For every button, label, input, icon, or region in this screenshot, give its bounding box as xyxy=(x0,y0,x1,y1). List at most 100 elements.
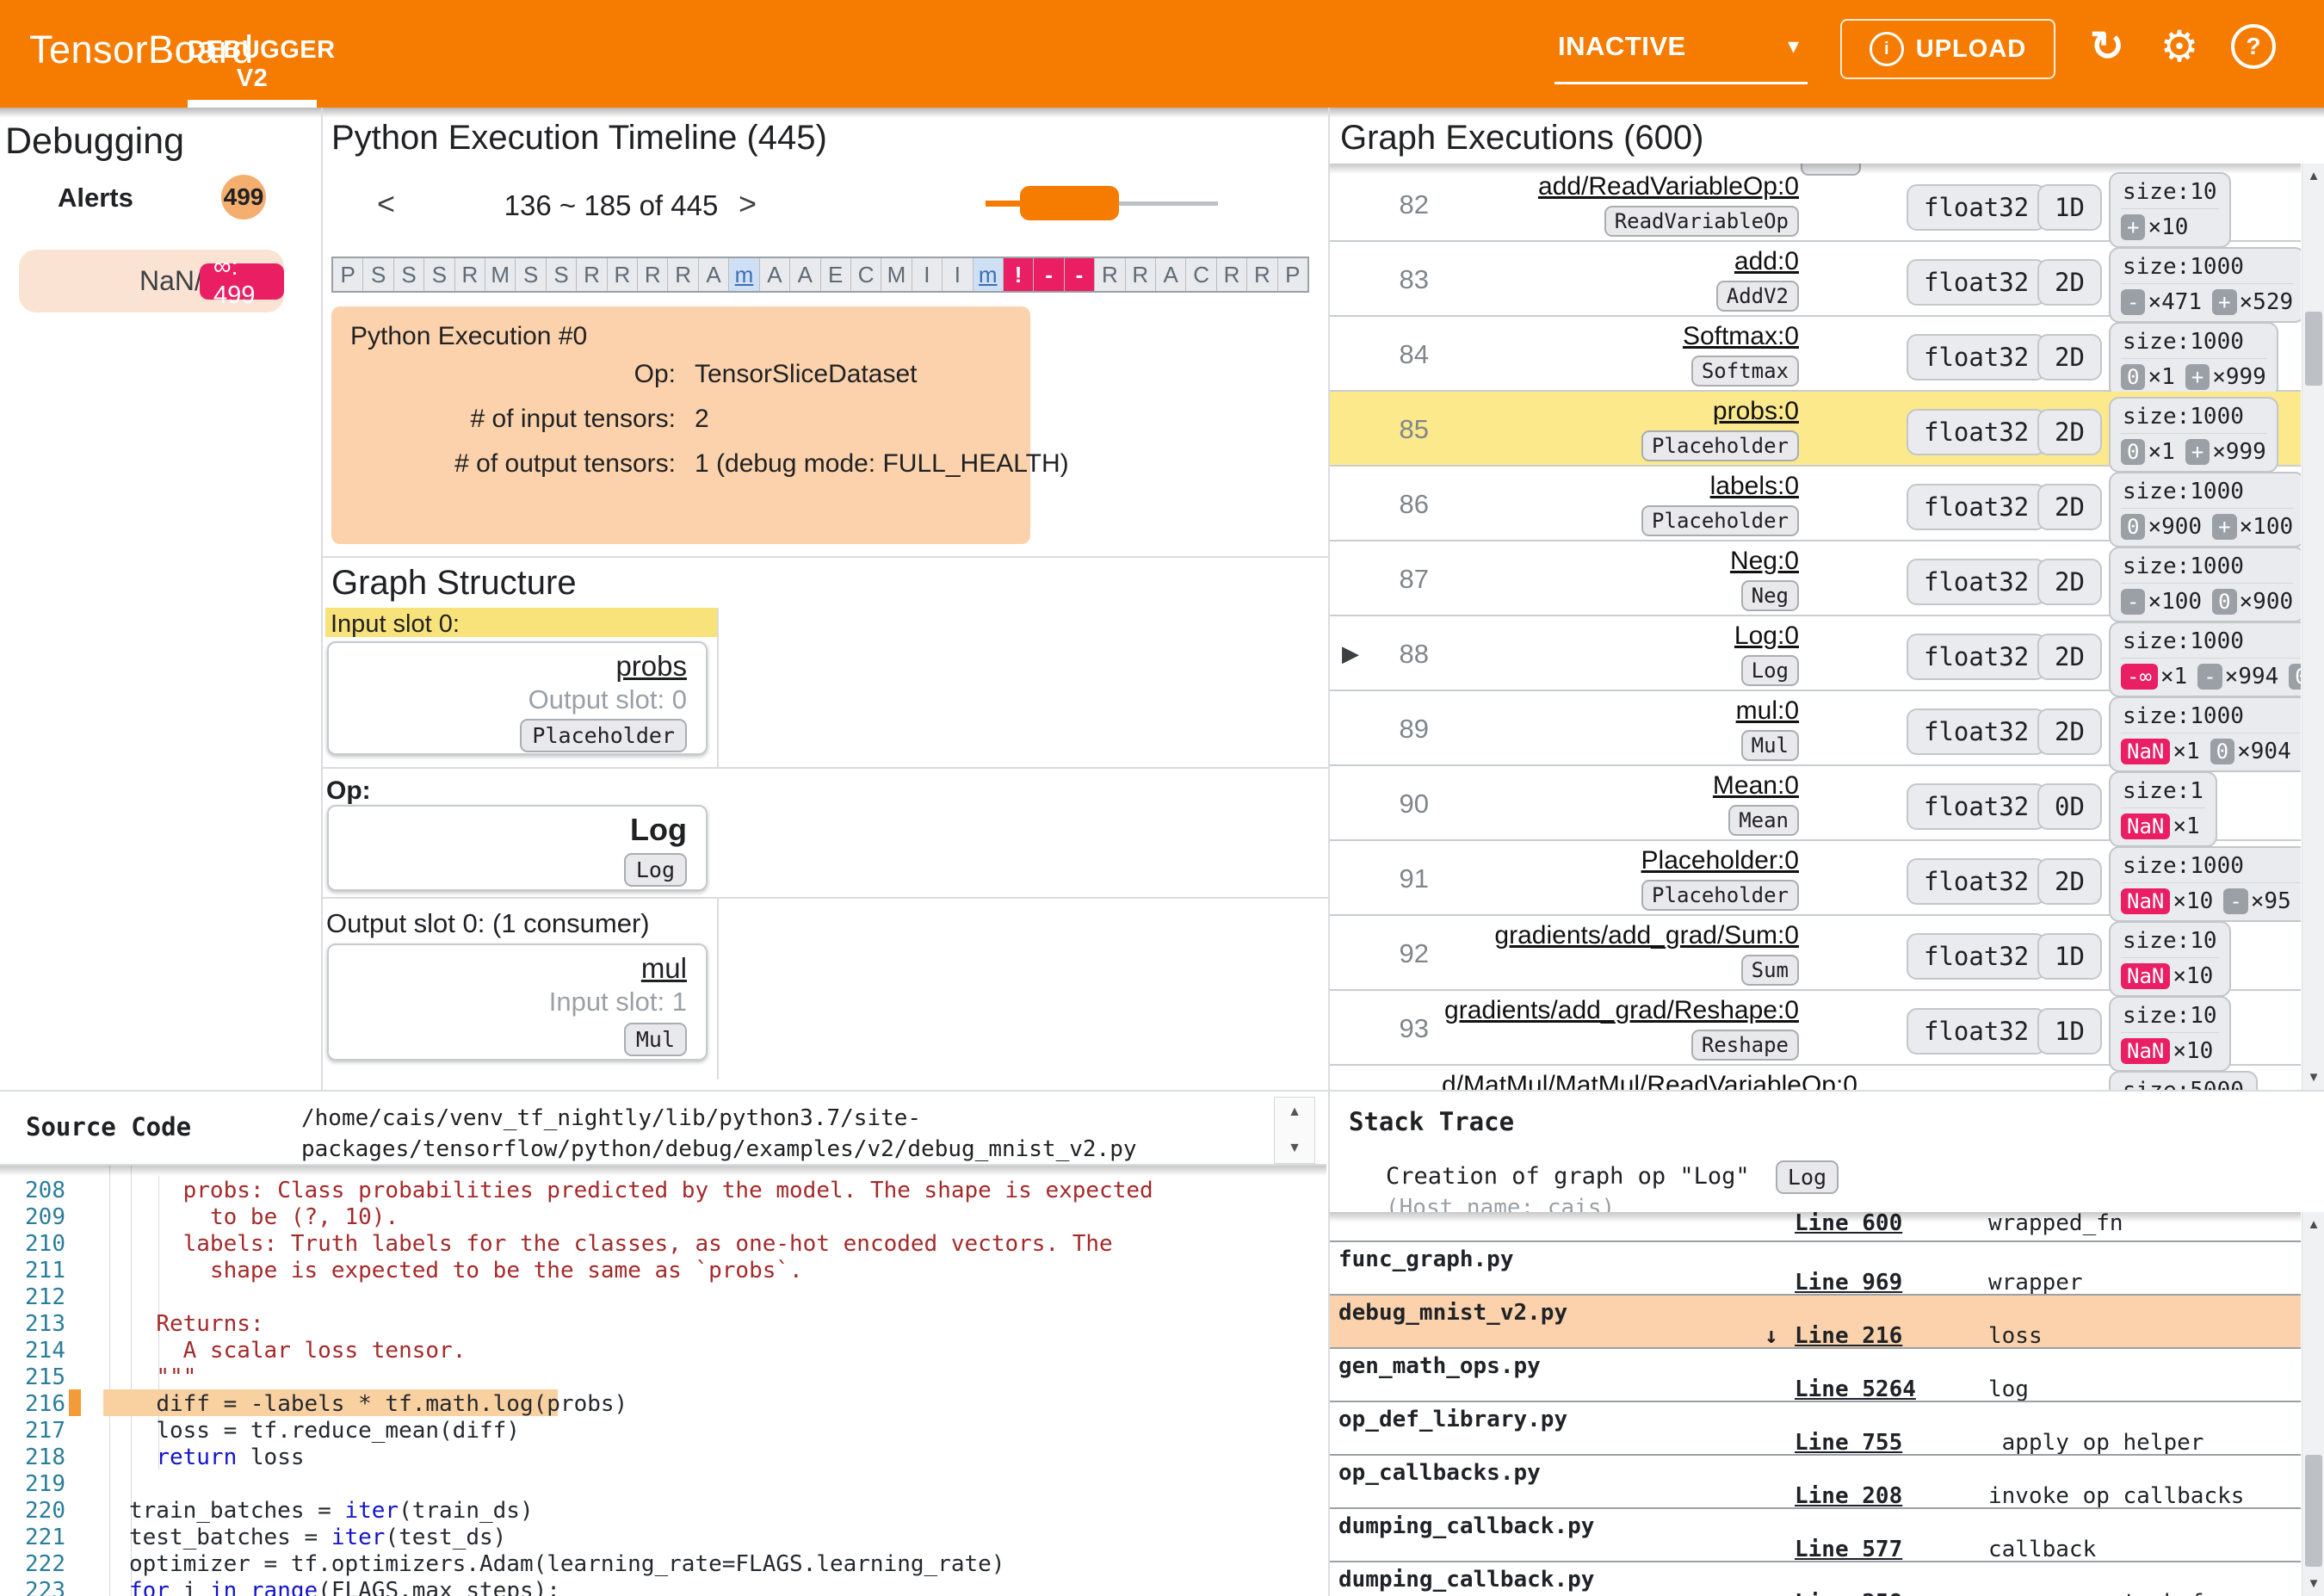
stack-frame-line-link[interactable]: Line 5264 xyxy=(1795,1376,1916,1401)
timeline-cell[interactable]: A xyxy=(790,258,821,291)
stack-frame[interactable]: op_callbacks.py Line 208 invoke_op_callbac… xyxy=(1330,1456,2301,1509)
timeline-cell[interactable]: C xyxy=(1186,258,1217,291)
timeline-cell[interactable]: R xyxy=(1095,258,1126,291)
stack-frame-line-link[interactable]: Line 755 xyxy=(1795,1430,1902,1454)
tensor-name-link[interactable]: labels:0 xyxy=(1710,472,1799,500)
scrollbar-thumb[interactable] xyxy=(2305,312,2322,386)
refresh-icon[interactable]: ↻ xyxy=(2081,21,2133,72)
timeline-cell[interactable]: M xyxy=(881,258,912,291)
timeline-cell[interactable]: m xyxy=(729,258,760,291)
graph-execution-row[interactable]: 86 labels:0 Placeholder float32 2D size:1000 0… xyxy=(1330,467,2301,547)
timeline-cell[interactable]: S xyxy=(516,258,547,291)
timeline-cell[interactable]: A xyxy=(759,258,791,291)
timeline-cell[interactable]: S xyxy=(393,258,425,291)
code-viewer: 208 probs: Class probabilities predicted … xyxy=(0,1166,1326,1596)
gear-icon[interactable]: ⚙ xyxy=(2154,21,2205,72)
timeline-cell[interactable]: I xyxy=(943,258,973,291)
scroll-down-icon[interactable]: ▼ xyxy=(1275,1141,1314,1156)
timeline-cell[interactable]: S xyxy=(546,258,578,291)
slider-thumb[interactable] xyxy=(1020,186,1119,220)
stack-trace-scrollbar[interactable]: ▲ ▼ xyxy=(2302,1212,2324,1596)
timeline-slider[interactable] xyxy=(986,181,1218,224)
tensor-name-link[interactable]: Neg:0 xyxy=(1730,547,1799,575)
tensor-name-link[interactable]: d/MatMul/MatMul/ReadVariableOp:0 xyxy=(1442,1071,1857,1090)
timeline-cell[interactable]: R xyxy=(577,258,608,291)
graph-execution-row[interactable]: 85 probs:0 Placeholder float32 2D size:1000 0 ×… xyxy=(1330,392,2301,473)
graph-execution-row[interactable]: 92 gradients/add_grad/Sum:0 Sum float32 1D si… xyxy=(1330,916,2301,997)
consumer-op-link[interactable]: mul xyxy=(641,952,687,985)
timeline-cell[interactable]: P xyxy=(333,258,364,291)
stack-frame-line-link[interactable]: Line 258 xyxy=(1795,1590,1902,1596)
tensor-name-link[interactable]: Softmax:0 xyxy=(1683,322,1799,350)
graph-execution-row-partial[interactable]: d/MatMul/MatMul/ReadVariableOp:0 size:500… xyxy=(1330,1066,2301,1090)
scroll-down-icon[interactable]: ▼ xyxy=(2302,1070,2324,1085)
stack-frame[interactable]: gen_math_ops.py Line 5264 log xyxy=(1330,1349,2301,1402)
tensor-name-link[interactable]: add/ReadVariableOp:0 xyxy=(1538,172,1799,201)
stack-frame[interactable]: func_graph.py Line 969 wrapper xyxy=(1330,1242,2301,1296)
timeline-cell[interactable]: C xyxy=(850,258,882,291)
timeline-cell[interactable]: R xyxy=(1247,258,1278,291)
timeline-next-button[interactable]: > xyxy=(739,186,757,222)
timeline-cell[interactable]: S xyxy=(363,258,394,291)
tensor-name-link[interactable]: add:0 xyxy=(1734,247,1799,275)
scroll-down-icon[interactable]: ▼ xyxy=(2302,1576,2324,1591)
source-scroll-control[interactable]: ▲ ▼ xyxy=(1274,1097,1315,1164)
timeline-prev-button[interactable]: < xyxy=(377,186,395,222)
scrollbar-thumb[interactable] xyxy=(2305,1455,2322,1567)
stack-frame-line-link[interactable]: Line 577 xyxy=(1795,1537,1902,1561)
health-symbol-chip: + xyxy=(2212,514,2237,540)
run-status-select[interactable]: INACTIVE ▾ xyxy=(1554,24,1808,84)
stack-frame[interactable]: dumping_callback.py Line 577 callback xyxy=(1330,1509,2301,1562)
stack-frame-line-link[interactable]: Line 969 xyxy=(1795,1270,1902,1294)
help-icon[interactable]: ? xyxy=(2228,21,2279,72)
graph-execution-row[interactable]: 93 gradients/add_grad/Reshape:0 Reshape flo… xyxy=(1330,991,2301,1072)
upload-button[interactable]: i UPLOAD xyxy=(1840,19,2055,79)
tensor-name-link[interactable]: gradients/add_grad/Sum:0 xyxy=(1494,921,1799,950)
timeline-cell[interactable]: A xyxy=(1155,258,1187,291)
timeline-cell[interactable]: R xyxy=(638,258,669,291)
timeline-cell[interactable]: I xyxy=(912,258,943,291)
timeline-cell[interactable]: A xyxy=(698,258,730,291)
line-number: 219 xyxy=(25,1471,65,1497)
timeline-cell[interactable]: S xyxy=(424,258,455,291)
scroll-up-icon[interactable]: ▲ xyxy=(2302,169,2324,183)
timeline-cell[interactable]: R xyxy=(1216,258,1248,291)
stack-frame[interactable]: op_def_library.py Line 755 _apply_op_helpe… xyxy=(1330,1402,2301,1456)
timeline-cell[interactable]: R xyxy=(668,258,699,291)
timeline-cell[interactable]: R xyxy=(1125,258,1156,291)
graph-execution-row[interactable]: 87 Neg:0 Neg float32 2D size:1000 - ×100 0 ×900 xyxy=(1330,541,2301,622)
tensor-name-link[interactable]: gradients/add_grad/Reshape:0 xyxy=(1444,996,1799,1024)
graph-execution-row[interactable]: 91 Placeholder:0 Placeholder float32 2D size:… xyxy=(1330,841,2301,922)
stack-frame-line-link[interactable]: Line 216 xyxy=(1795,1323,1902,1347)
scroll-up-icon[interactable]: ▲ xyxy=(2302,1217,2324,1232)
graph-execution-row[interactable]: ▶88Log:0Logfloat322Dsize:1000-∞×1-×9940×… xyxy=(1330,616,2301,697)
tensor-name-link[interactable]: Mean:0 xyxy=(1713,771,1799,800)
timeline-cell[interactable]: m xyxy=(973,258,1004,291)
stack-frame-line-link[interactable]: Line 208 xyxy=(1795,1483,1902,1507)
tensor-name-link[interactable]: probs:0 xyxy=(1713,397,1799,425)
timeline-cell[interactable]: M xyxy=(485,258,516,291)
timeline-cell[interactable]: R xyxy=(454,258,486,291)
timeline-cell[interactable]: - xyxy=(1034,258,1065,291)
timeline-cell[interactable]: E xyxy=(820,258,851,291)
graph-execution-row[interactable]: 84 Softmax:0 Softmax float32 2D size:1000 0 ×1 +… xyxy=(1330,317,2301,398)
tensor-name-link[interactable]: Placeholder:0 xyxy=(1641,846,1799,875)
scroll-up-icon[interactable]: ▲ xyxy=(1275,1104,1314,1120)
timeline-cell[interactable]: ! xyxy=(1003,258,1035,291)
input-op-link[interactable]: probs xyxy=(615,650,687,683)
timeline-cell[interactable]: P xyxy=(1277,258,1307,291)
graph-execution-row[interactable]: 82 add/ReadVariableOp:0 ReadVariableOp floa… xyxy=(1330,167,2301,248)
stack-frame[interactable]: dumping_callback.py Line 258 _process_stac… xyxy=(1330,1562,2301,1596)
tensor-name-cell: Softmax:0 Softmax xyxy=(1442,322,1799,387)
tensor-name-link[interactable]: mul:0 xyxy=(1736,696,1799,725)
graph-execution-row[interactable]: 90 Mean:0 Mean float32 0D size:1 NaN ×1 xyxy=(1330,766,2301,847)
graph-execution-row[interactable]: 83 add:0 AddV2 float32 2D size:1000 - ×471 + ×529 xyxy=(1330,242,2301,323)
graph-executions-scrollbar[interactable]: ▲ ▼ xyxy=(2302,164,2324,1090)
tensor-name-link[interactable]: Log:0 xyxy=(1734,622,1799,650)
nan-inf-alert-filter[interactable]: NaN/ ∞: 499 xyxy=(19,250,284,312)
timeline-cell[interactable]: R xyxy=(607,258,639,291)
timeline-cell[interactable]: - xyxy=(1064,258,1096,291)
tab-debugger-v2[interactable]: DEBUGGER V2 xyxy=(188,0,335,108)
graph-execution-row[interactable]: 89mul:0Mulfloat322Dsize:1000NaN×10×904+×… xyxy=(1330,691,2301,772)
stack-frame[interactable]: debug_mnist_v2.py ↓ Line 216 loss xyxy=(1330,1296,2301,1349)
